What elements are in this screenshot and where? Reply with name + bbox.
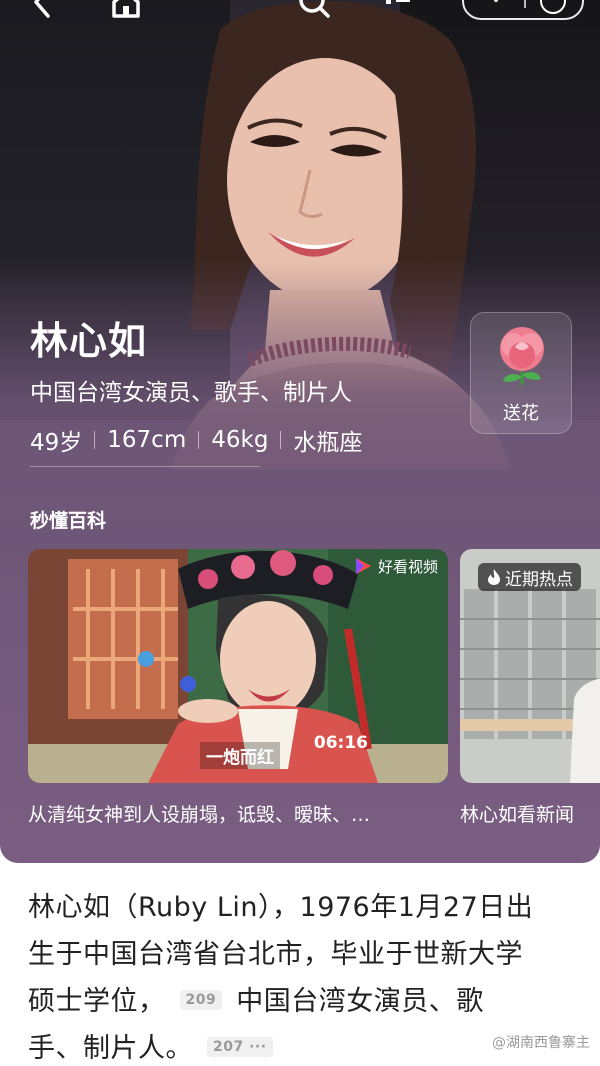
home-icon[interactable] xyxy=(108,0,144,22)
article-line: 林心如（Ruby Lin），1976年1月27日出 xyxy=(28,892,534,923)
article-line: 硕士学位， 209 中国台湾女演员、歌 xyxy=(28,978,588,1025)
video-card-caption[interactable]: 从清纯女神到人设崩塌，诋毁、暧昧、… xyxy=(28,800,370,827)
stat-divider xyxy=(198,431,200,449)
video-source-badge: 好看视频 xyxy=(352,555,438,577)
info-divider xyxy=(30,466,260,467)
stat-weight: 46kg xyxy=(211,427,269,453)
video-overlay-text: 一炮而红 xyxy=(200,742,280,769)
send-flower-button[interactable]: 送花 xyxy=(470,312,572,434)
play-logo-icon xyxy=(355,558,371,574)
profile-hero: 林心如 中国台湾女演员、歌手、制片人 49岁 167cm 46kg 水瓶座 送花… xyxy=(0,0,600,863)
top-toolbar xyxy=(0,0,600,28)
stat-height: 167cm xyxy=(107,427,187,453)
video-source-label: 好看视频 xyxy=(377,557,438,576)
video-card[interactable]: 好看视频 06:16 一炮而红 xyxy=(28,549,448,783)
video-duration: 06:16 xyxy=(313,733,368,753)
search-icon[interactable] xyxy=(296,0,332,22)
more-icon[interactable] xyxy=(494,0,498,2)
back-icon[interactable] xyxy=(24,0,60,22)
article-line: 生于中国台湾省台北市，毕业于世新大学 xyxy=(28,939,523,970)
citation-badge[interactable]: 207 ··· xyxy=(207,1036,273,1057)
hot-topic-label: 近期热点 xyxy=(505,569,573,590)
hot-topic-caption[interactable]: 林心如看新闻 xyxy=(460,800,574,827)
capsule-divider xyxy=(524,0,526,8)
section-title: 秒懂百科 xyxy=(30,510,107,532)
stat-age: 49岁 xyxy=(30,430,83,456)
hot-topic-card[interactable]: 近期热点 xyxy=(460,549,600,783)
person-name: 林心如 xyxy=(30,319,148,363)
listen-icon[interactable] xyxy=(380,0,416,22)
stat-zodiac: 水瓶座 xyxy=(293,430,363,456)
article-text: 硕士学位， xyxy=(28,986,166,1017)
watermark: @湖南西鲁寨主 xyxy=(492,1035,590,1051)
stat-divider xyxy=(280,431,282,449)
person-stats: 49岁 167cm 46kg 水瓶座 xyxy=(30,423,362,457)
person-description: 中国台湾女演员、歌手、制片人 xyxy=(30,380,352,406)
article-text: 手、制片人。 xyxy=(28,1033,193,1064)
close-icon[interactable] xyxy=(540,0,566,14)
mini-program-capsule xyxy=(462,0,584,20)
stat-divider xyxy=(94,431,96,449)
hot-topic-badge: 近期热点 xyxy=(478,563,581,591)
rose-icon xyxy=(500,327,544,385)
citation-badge[interactable]: 209 xyxy=(179,989,223,1010)
article-text: 中国台湾女演员、歌 xyxy=(236,986,484,1017)
send-flower-label: 送花 xyxy=(503,403,539,424)
fire-icon xyxy=(488,569,500,585)
